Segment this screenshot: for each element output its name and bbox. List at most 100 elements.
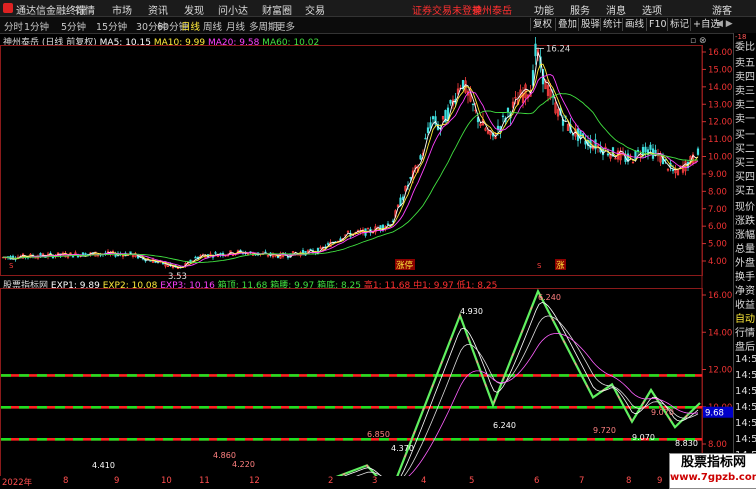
date-label-0: 2022年 (2, 478, 33, 488)
zigzag-label-4: 9.070 (632, 433, 655, 442)
sub-tick-4: 8.00 (708, 440, 727, 450)
menu-item-0[interactable]: 行情 (75, 2, 95, 17)
candle-body (449, 99, 452, 104)
quote-row-23: 14:50 (735, 370, 756, 381)
menu-item-1[interactable]: 市场 (112, 2, 132, 17)
sub-tick-2: 12.00 (708, 366, 732, 376)
date-axis: 2022年 8 9 10 11 12 2 3 4 5 6 7 8 9 (0, 476, 702, 488)
zigzag-label-9: 4.220 (232, 460, 255, 469)
indicator-annotations: 4.930 6.240 6.240 9.720 9.070 9.070 8.830 6.850… (92, 293, 698, 470)
quote-row-14: 总量 (735, 244, 755, 255)
main-tick-2: 14.00 (708, 83, 732, 93)
quote-row-25: 14:50 (735, 402, 756, 413)
date-label-3: 10 (161, 476, 172, 486)
period-tab-9[interactable]: 多周期 (249, 19, 278, 33)
candle-body (424, 137, 427, 140)
quote-row-24: 14:50 (735, 386, 756, 397)
quote-row-22: 14:50 (735, 354, 756, 365)
tool-button-0[interactable]: 复权 (530, 18, 554, 31)
candle-body (696, 148, 700, 155)
period-toolbar: 分时 1分钟 5分钟 15分钟 30分钟 60分钟 日线 周线 月线 多周期 更多 复权 叠加 股驿 统计… (0, 17, 756, 34)
main-price-axis: 16.00 15.00 14.00 13.00 12.00 11.00 10.00 9.00 8… (702, 48, 732, 267)
period-tab-6[interactable]: 日线 (181, 19, 200, 33)
candle-body (71, 256, 75, 258)
candle-body (426, 127, 430, 133)
period-tab-8[interactable]: 月线 (226, 19, 245, 33)
low-label: 3.53 (168, 272, 187, 282)
menu-item-3[interactable]: 发现 (184, 2, 204, 17)
main-tick-6: 10.00 (708, 153, 732, 163)
date-label-9: 5 (469, 476, 475, 486)
quote-row-20: 行情 (735, 328, 755, 339)
quote-row-2: 卖四 (735, 72, 755, 83)
quote-row-10: 买五 (735, 186, 755, 197)
high-label: 16.24 (546, 45, 570, 55)
candle-body (194, 256, 197, 259)
moving-averages (3, 51, 699, 269)
period-tab-0[interactable]: 分时 (4, 19, 23, 33)
tool-button-6[interactable]: 标记 (667, 18, 691, 31)
candle-body (326, 243, 330, 245)
menu-item-5[interactable]: 财富圈 (262, 2, 292, 17)
candle-body (501, 115, 505, 118)
candle-body (386, 223, 390, 225)
main-tick-3: 13.00 (708, 100, 732, 110)
menu-right-item-4[interactable]: 消息 (606, 2, 626, 17)
menu-arrows-icon[interactable]: ◀ ▶ (716, 19, 733, 29)
current-price: 9.68 (705, 409, 724, 419)
quote-row-17: 净资 (735, 286, 755, 297)
tool-button-3[interactable]: 统计 (600, 18, 624, 31)
date-label-13: 9 (657, 476, 663, 486)
period-tab-2[interactable]: 5分钟 (61, 19, 86, 33)
menu-right-item-1[interactable]: 神州泰岳 (472, 2, 512, 17)
candle-body (641, 147, 645, 157)
menu-right-item-6[interactable]: 游客 (712, 2, 732, 17)
watermark: 股票指标网 www.7gpzb.com (669, 453, 756, 489)
exp-line-1 (343, 302, 699, 476)
date-label-1: 8 (63, 476, 69, 486)
candle-body (606, 153, 610, 156)
chart-canvas[interactable]: 16.00 15.00 14.00 13.00 12.00 11.00 10.00 9.00 8… (0, 33, 733, 476)
candle-body (431, 116, 435, 120)
candle-body (409, 177, 412, 179)
main-tick-12: 4.00 (708, 257, 727, 267)
menu-item-4[interactable]: 问小达 (218, 2, 248, 17)
candle-body (471, 103, 475, 106)
candle-body (664, 159, 667, 161)
tool-button-5[interactable]: F10 (646, 18, 669, 31)
candle-body (649, 144, 652, 150)
menu-right-item-2[interactable]: 功能 (534, 2, 554, 17)
menu-right-item-3[interactable]: 服务 (570, 2, 590, 17)
quote-row-8: 买三 (735, 158, 755, 169)
zigzag-label-3: 9.720 (593, 426, 616, 435)
date-label-4: 11 (199, 476, 210, 486)
zigzag-label-10: 4.410 (92, 461, 115, 470)
main-tick-8: 8.00 (708, 187, 727, 197)
menu-item-6[interactable]: 交易 (305, 2, 325, 17)
candlesticks (1, 37, 700, 270)
date-label-2: 9 (114, 476, 120, 486)
tool-button-1[interactable]: 叠加 (555, 18, 579, 31)
tool-button-2[interactable]: 股驿 (578, 18, 602, 31)
period-tab-1[interactable]: 1分钟 (24, 19, 49, 33)
candle-body (366, 228, 370, 230)
tool-button-4[interactable]: 画线 (622, 18, 646, 31)
date-label-5: 12 (249, 476, 260, 486)
period-tab-7[interactable]: 周线 (203, 19, 222, 33)
zigzag-label-7: 6.850 (367, 430, 390, 439)
candle-body (579, 130, 582, 138)
quote-row-11: 现价 (735, 202, 755, 213)
menu-item-2[interactable]: 资讯 (148, 2, 168, 17)
period-tab-3[interactable]: 15分钟 (96, 19, 127, 33)
zigzag-up (335, 288, 701, 476)
quote-row-16: 换手 (735, 272, 755, 283)
period-tab-10[interactable]: 更多 (276, 19, 295, 33)
menu-right-item-5[interactable]: 选项 (642, 2, 662, 17)
candle-body (214, 252, 217, 254)
candle-body (534, 43, 537, 57)
zigzag-label-1: 6.240 (538, 293, 561, 302)
quote-row-19: 自动 (735, 314, 755, 325)
candle-body (671, 169, 675, 172)
date-label-7: 3 (372, 476, 378, 486)
quote-row-12: 涨跌 (735, 216, 755, 227)
